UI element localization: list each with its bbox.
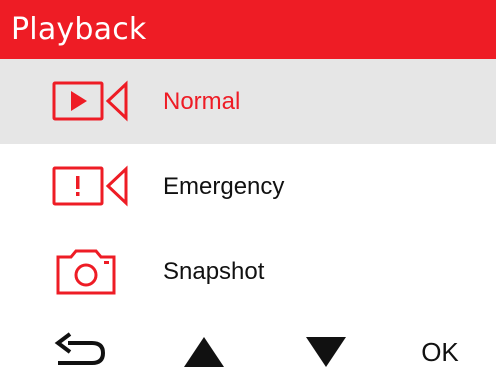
page-title: Playback (11, 12, 147, 47)
up-triangle-icon (184, 337, 224, 367)
camera-icon (52, 244, 132, 298)
up-button[interactable] (182, 330, 226, 374)
menu-item-emergency[interactable]: Emergency (0, 144, 496, 229)
footer-controls: OK (0, 316, 496, 386)
menu-item-label: Normal (163, 88, 241, 115)
menu-item-label: Snapshot (163, 258, 265, 285)
back-arrow-icon (54, 332, 106, 365)
menu-item-label: Emergency (163, 173, 285, 200)
back-button[interactable] (52, 330, 110, 374)
video-emergency-icon (52, 159, 132, 213)
video-play-icon (52, 74, 132, 128)
down-triangle-icon (306, 337, 346, 367)
menu-item-normal[interactable]: Normal (0, 59, 496, 144)
down-button[interactable] (304, 330, 348, 374)
header-bar: Playback (0, 0, 496, 59)
menu-item-snapshot[interactable]: Snapshot (0, 229, 496, 314)
ok-button[interactable]: OK (412, 330, 468, 374)
